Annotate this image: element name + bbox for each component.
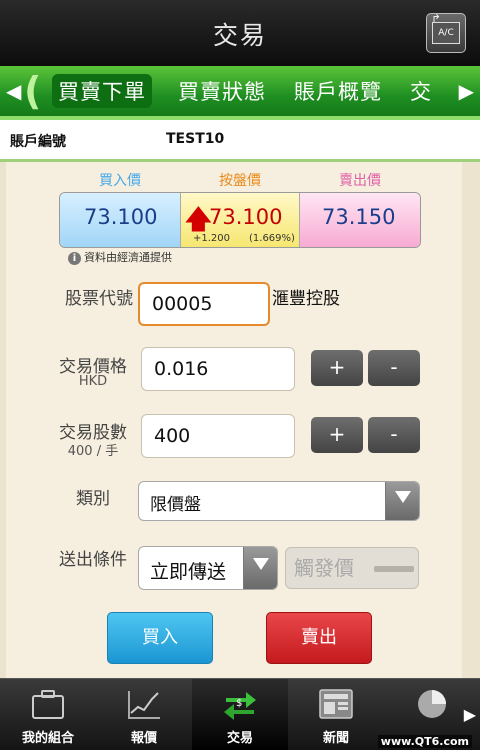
account-row: 賬戶編號 TEST10 <box>0 120 480 162</box>
stock-code-input[interactable] <box>138 282 270 326</box>
nav-news[interactable]: 新聞 <box>288 679 384 750</box>
tab-account-overview[interactable]: 賬戶概覽 <box>294 76 382 106</box>
nav-trade[interactable]: $ 交易 <box>192 679 288 750</box>
tab-trade-history[interactable]: 交 <box>410 76 432 106</box>
nominal-price: 73.100 <box>209 205 283 229</box>
newspaper-icon <box>319 689 353 719</box>
chevron-down-icon <box>385 482 419 520</box>
nav-portfolio-label: 我的組合 <box>21 731 74 746</box>
nav-quotes-label: 報價 <box>130 731 157 746</box>
tab-order-status[interactable]: 買賣狀態 <box>178 76 266 106</box>
watermark: www.QT6.com <box>377 735 472 748</box>
quote-box: 73.100 🡅 73.100 +1.200 (1.669%) 73.150 <box>59 192 421 248</box>
tab-scroll-left-icon[interactable]: ◀ <box>6 79 21 103</box>
condition-select[interactable]: 立即傳送 <box>138 546 278 590</box>
trigger-price-placeholder: 觸發價 <box>294 556 354 580</box>
condition-label: 送出條件 <box>59 550 127 570</box>
quantity-minus-button[interactable]: - <box>368 417 420 453</box>
briefcase-icon <box>32 690 64 719</box>
pie-chart-icon <box>418 690 446 718</box>
ask-price: 73.150 <box>322 205 396 229</box>
bracket-decoration-icon: ( <box>24 69 42 113</box>
data-source-note: i 資料由經濟通提供 <box>68 249 172 265</box>
buy-button[interactable]: 買入 <box>107 612 213 664</box>
price-change-percent: (1.669%) <box>249 233 295 244</box>
account-switch-button[interactable]: ↱ A/C <box>426 12 466 53</box>
bid-price: 73.100 <box>84 205 158 229</box>
svg-text:$: $ <box>236 698 242 709</box>
trigger-price-input[interactable]: 觸發價 <box>285 547 419 589</box>
tab-bar: ◀ ( 買賣下單 買賣狀態 賬戶概覽 交 ▶ <box>0 66 480 120</box>
tab-place-order[interactable]: 買賣下單 <box>52 74 152 108</box>
bid-price-label: 買入價 <box>99 173 141 189</box>
nav-trade-label: 交易 <box>226 731 253 746</box>
order-type-select[interactable]: 限價盤 <box>138 481 420 521</box>
price-change: +1.200 <box>193 233 231 244</box>
ac-label: A/C <box>432 22 460 44</box>
stock-code-label: 股票代號 <box>65 289 133 309</box>
bid-price-cell[interactable]: 73.100 <box>60 193 180 247</box>
data-source-text: 資料由經濟通提供 <box>84 251 172 264</box>
nav-news-label: 新聞 <box>322 731 349 746</box>
ask-price-cell[interactable]: 73.150 <box>300 193 420 247</box>
nav-quotes[interactable]: 報價 <box>96 679 192 750</box>
title-bar: 交易 ↱ A/C <box>0 0 480 66</box>
account-label: 賬戶編號 <box>10 134 66 150</box>
nav-portfolio[interactable]: 我的組合 <box>0 679 96 750</box>
chart-icon <box>128 691 160 719</box>
price-currency: HKD <box>78 374 108 389</box>
info-icon: i <box>68 252 81 265</box>
stock-name: 滙豐控股 <box>272 289 340 309</box>
nav-scroll-right-icon[interactable]: ▶ <box>464 705 476 724</box>
bottom-navigation: 我的組合 報價 $ 交易 新聞 ▶ www.QT6.com <box>0 678 480 750</box>
chevron-down-icon <box>243 547 277 589</box>
sell-button[interactable]: 賣出 <box>266 612 372 664</box>
page-title: 交易 <box>212 21 267 50</box>
tab-scroll-right-icon[interactable]: ▶ <box>459 79 474 103</box>
quantity-plus-button[interactable]: + <box>311 417 363 453</box>
account-number: TEST10 <box>166 131 225 147</box>
price-plus-button[interactable]: + <box>311 350 363 386</box>
order-type-label: 類別 <box>76 489 110 509</box>
order-type-value: 限價盤 <box>150 495 201 515</box>
nominal-price-label: 按盤價 <box>219 173 261 189</box>
nominal-price-cell: 🡅 73.100 +1.200 (1.669%) <box>180 193 300 247</box>
quantity-input[interactable] <box>141 414 295 458</box>
price-minus-button[interactable]: - <box>368 350 420 386</box>
lot-size: 400 / 手 <box>67 444 119 459</box>
exchange-icon: $ <box>224 692 256 720</box>
price-input[interactable] <box>141 347 295 391</box>
condition-value: 立即傳送 <box>150 561 227 583</box>
ask-price-label: 賣出價 <box>339 173 381 189</box>
